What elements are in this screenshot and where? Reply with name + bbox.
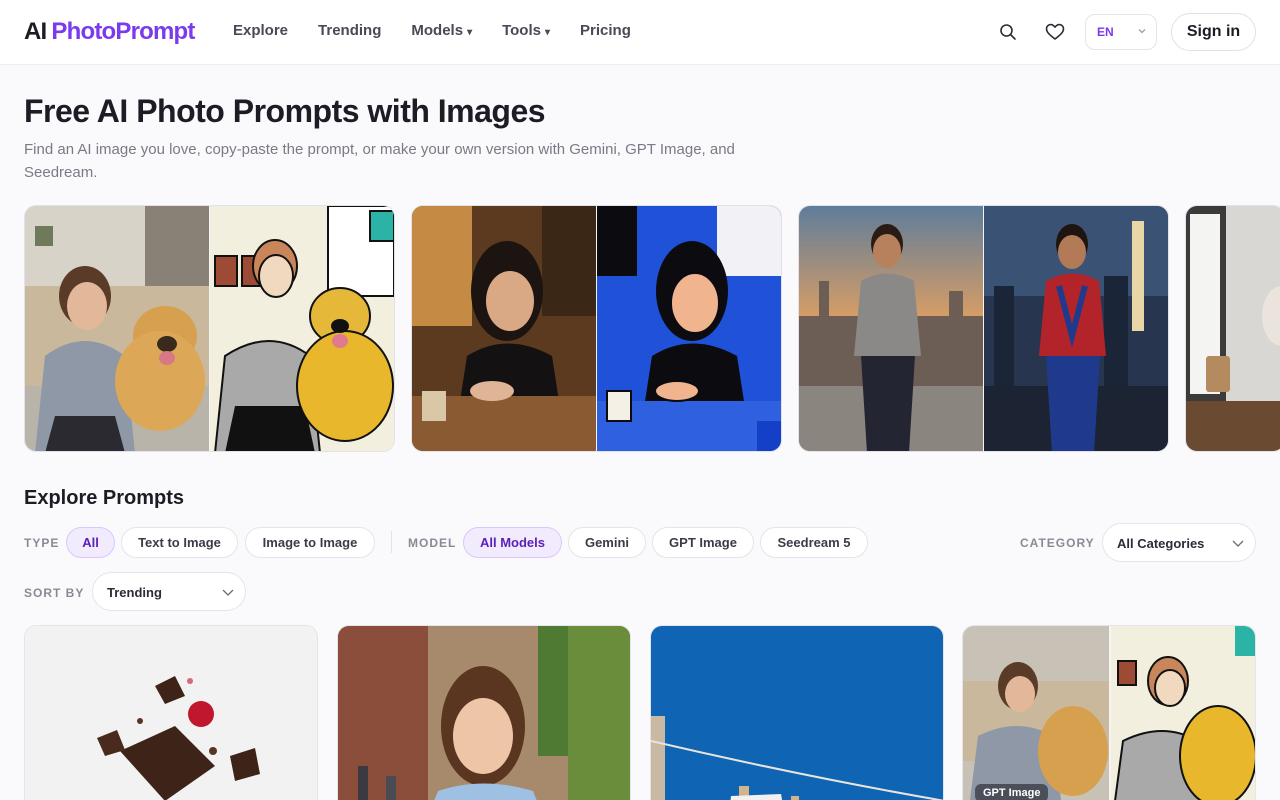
before-image xyxy=(412,206,596,451)
model-chip-seedream-5[interactable]: Seedream 5 xyxy=(760,527,868,558)
caret-down-icon: ▾ xyxy=(467,27,473,38)
category-filter-label: CATEGORY xyxy=(1020,536,1095,550)
before-image xyxy=(799,206,983,451)
language-selector[interactable]: EN xyxy=(1085,14,1157,50)
language-code: EN xyxy=(1097,25,1114,39)
category-select[interactable]: All Categories xyxy=(1102,523,1256,562)
after-image xyxy=(984,206,1168,451)
model-chip-gemini[interactable]: Gemini xyxy=(568,527,646,558)
prompt-card-dog-cartoon[interactable]: GPT Image xyxy=(962,625,1256,800)
nav-pricing[interactable]: Pricing xyxy=(580,21,631,43)
type-filter-label: TYPE xyxy=(24,536,60,550)
logo-ai-text: AI xyxy=(24,18,47,45)
chevron-down-icon xyxy=(1232,540,1244,547)
filter-divider xyxy=(391,531,392,553)
chevron-down-icon xyxy=(1138,29,1146,34)
model-filter-label: MODEL xyxy=(408,536,457,550)
main-nav: Explore Trending Models ▾ Tools ▾ Pricing xyxy=(233,21,661,43)
nav-models[interactable]: Models ▾ xyxy=(411,21,472,43)
showcase-card-cafe-popart[interactable] xyxy=(411,205,782,452)
nav-tools[interactable]: Tools ▾ xyxy=(502,21,550,43)
chevron-down-icon xyxy=(222,589,234,596)
nav-trending[interactable]: Trending xyxy=(318,21,381,43)
site-logo[interactable]: AI PhotoPrompt xyxy=(24,17,195,47)
prompt-card-street-portrait[interactable] xyxy=(337,625,631,800)
showcase-card-dog-cartoon[interactable] xyxy=(24,205,395,452)
before-image xyxy=(1186,206,1280,451)
model-chip-gpt-image[interactable]: GPT Image xyxy=(652,527,754,558)
sort-by-label: SORT BY xyxy=(24,586,85,600)
after-image xyxy=(597,206,781,451)
search-button[interactable] xyxy=(996,20,1020,44)
showcase-card-rooftop-hero[interactable] xyxy=(798,205,1169,452)
logo-brand-text: PhotoPrompt xyxy=(51,18,195,45)
search-icon xyxy=(1000,24,1016,40)
showcase-card-cafe-window[interactable] xyxy=(1185,205,1280,452)
favorites-button[interactable] xyxy=(1043,20,1067,44)
prompt-card-chocolate[interactable] xyxy=(24,625,318,800)
sort-select-value: Trending xyxy=(107,585,162,600)
heart-icon xyxy=(1045,23,1065,40)
prompt-card-image xyxy=(338,626,630,800)
sign-in-button[interactable]: Sign in xyxy=(1171,13,1256,51)
prompt-card-image xyxy=(25,626,317,800)
type-chip-image-to-image[interactable]: Image to Image xyxy=(245,527,375,558)
prompt-card-image xyxy=(963,626,1255,800)
showcase-carousel xyxy=(24,205,1280,452)
before-image xyxy=(25,206,209,451)
category-select-value: All Categories xyxy=(1117,536,1205,551)
explore-section-title: Explore Prompts xyxy=(24,487,185,509)
type-chip-all[interactable]: All xyxy=(66,527,115,558)
page-subtitle: Find an AI image you love, copy-paste th… xyxy=(24,141,735,181)
prompt-card-image xyxy=(651,626,943,800)
type-chip-text-to-image[interactable]: Text to Image xyxy=(121,527,238,558)
page-title: Free AI Photo Prompts with Images xyxy=(24,93,546,129)
model-badge: GPT Image xyxy=(975,784,1049,800)
model-chip-all-models[interactable]: All Models xyxy=(463,527,562,558)
sort-select[interactable]: Trending xyxy=(92,572,246,611)
prompt-card-clothesline[interactable] xyxy=(650,625,944,800)
top-header: AI PhotoPrompt Explore Trending Models ▾ T… xyxy=(0,0,1280,65)
after-image xyxy=(210,206,394,451)
caret-down-icon: ▾ xyxy=(544,27,551,38)
nav-explore[interactable]: Explore xyxy=(233,21,288,43)
